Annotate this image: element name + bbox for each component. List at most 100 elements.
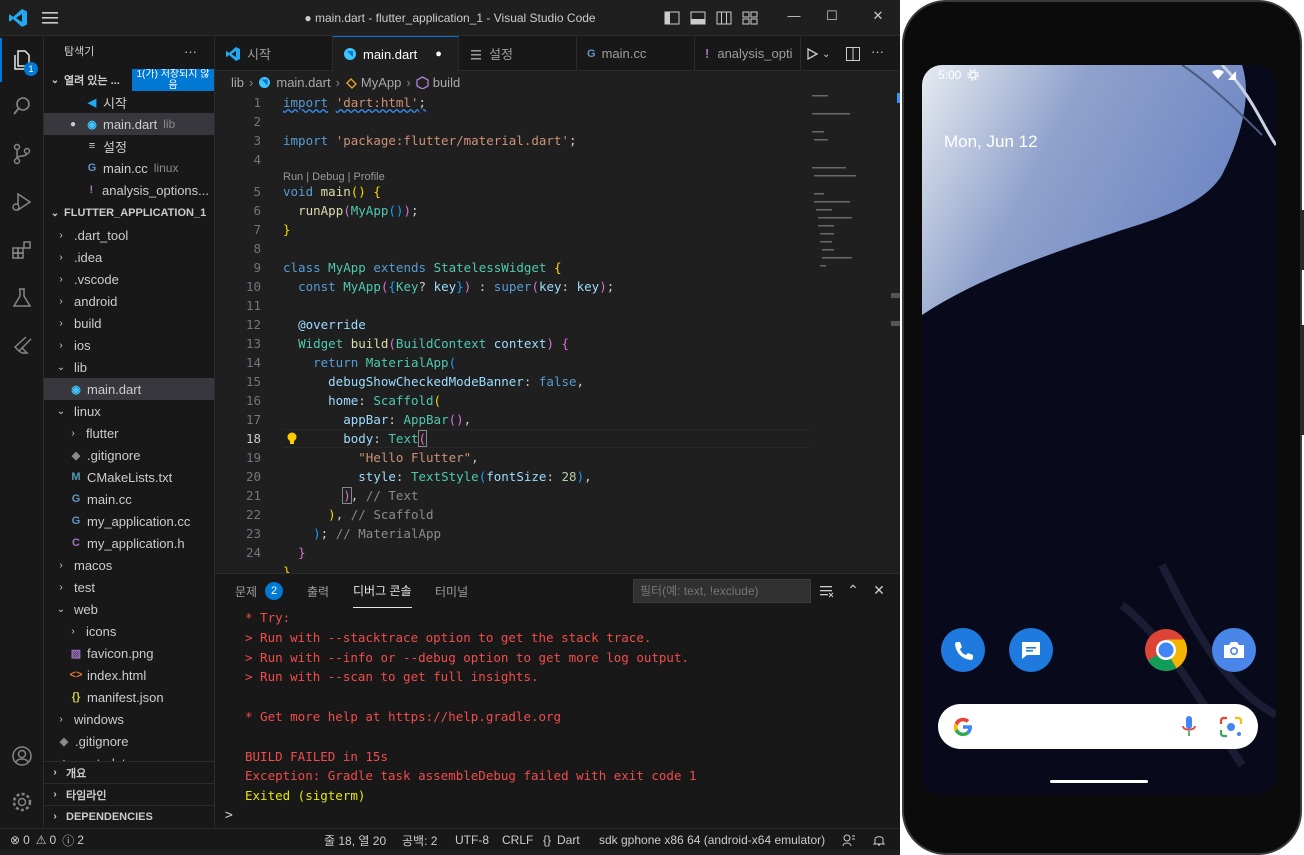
maximize-panel-icon[interactable]: ⌃ <box>845 582 861 598</box>
folder-dart-tool[interactable]: › .dart_tool <box>44 224 214 246</box>
file-my-application-h[interactable]: Cmy_application.h <box>44 532 214 554</box>
customize-layout-icon[interactable] <box>742 11 758 25</box>
file-main-dart[interactable]: ◉ main.dart <box>44 378 214 400</box>
tab-terminal[interactable]: 터미널 <box>435 574 468 608</box>
folder-lib[interactable]: ⌄ lib <box>44 356 214 378</box>
folder-ios[interactable]: › ios <box>44 334 214 356</box>
run-debug-activity[interactable] <box>0 180 44 224</box>
file-manifest-json[interactable]: {} manifest.json <box>44 686 214 708</box>
tab-problems[interactable]: 문제 2 <box>235 574 284 608</box>
chrome-icon[interactable] <box>1144 628 1188 672</box>
folder-windows[interactable]: › windows <box>44 708 214 730</box>
file-favicon-png[interactable]: ▨ favicon.png <box>44 642 214 664</box>
folder-android[interactable]: › android <box>44 290 214 312</box>
run-button[interactable]: ⌄ <box>805 45 837 63</box>
lockscreen-date[interactable]: Mon, Jun 12 <box>944 132 1038 152</box>
testing-activity[interactable] <box>0 276 44 320</box>
breadcrumb-class[interactable]: MyApp <box>361 75 401 90</box>
cursor-position[interactable]: 줄 18, 열 20 <box>324 829 386 851</box>
minimap[interactable] <box>810 93 890 573</box>
menu-icon[interactable] <box>42 10 60 26</box>
tab-settings[interactable]: 설정 <box>459 36 577 71</box>
modified-dot-icon[interactable]: ● <box>435 48 442 60</box>
open-editor-item[interactable]: ! analysis_options... <box>44 179 214 201</box>
chevron-down-icon: ⌄ <box>822 48 831 60</box>
open-editor-item[interactable]: ● ◉ main.dart lib <box>44 113 214 135</box>
manage-activity[interactable] <box>0 780 44 824</box>
unsaved-dot-icon[interactable]: ● <box>70 119 84 130</box>
folder-web[interactable]: ⌄ web <box>44 598 214 620</box>
google-g-icon[interactable] <box>950 714 976 740</box>
section-timeline[interactable]: › 타임라인 <box>44 783 214 805</box>
close-window-button[interactable]: ✕ <box>868 8 888 28</box>
microphone-icon[interactable] <box>1180 715 1198 739</box>
toggle-secondary-sidebar-icon[interactable] <box>716 11 732 25</box>
file-gitignore[interactable]: ◆ .gitignore <box>44 444 214 466</box>
google-lens-icon[interactable] <box>1218 715 1244 739</box>
language-mode[interactable]: {} Dart <box>543 829 580 851</box>
split-editor-button[interactable] <box>845 46 861 62</box>
power-button[interactable] <box>1300 210 1304 270</box>
tab-main-cc[interactable]: G main.cc <box>577 36 695 71</box>
messages-icon[interactable] <box>1009 628 1053 672</box>
open-editor-item[interactable]: ◀ 시작 <box>44 91 214 113</box>
notifications-icon[interactable] <box>872 829 886 851</box>
folder-test[interactable]: › test <box>44 576 214 598</box>
tab-welcome[interactable]: 시작 <box>215 36 333 71</box>
tab-main-dart[interactable]: main.dart ● <box>333 36 459 71</box>
file-cmakelists-txt[interactable]: M CMakeLists.txt <box>44 466 214 488</box>
toggle-panel-icon[interactable] <box>690 11 706 25</box>
flutter-activity[interactable] <box>0 324 44 368</box>
file-gitignore[interactable]: ◆ .gitignore <box>44 730 214 752</box>
device-selector[interactable]: sdk gphone x86 64 (android-x64 emulator) <box>599 829 825 851</box>
open-editor-item[interactable]: ≡ 설정 <box>44 135 214 157</box>
search-activity[interactable] <box>0 84 44 128</box>
breadcrumb-lib[interactable]: lib <box>231 75 244 90</box>
tab-analysis-options[interactable]: ! analysis_opti <box>695 36 801 71</box>
breadcrumb-method[interactable]: build <box>433 75 460 90</box>
section-outline[interactable]: › 개요 <box>44 761 214 783</box>
clear-console-button[interactable] <box>819 584 835 598</box>
volume-button[interactable] <box>1300 325 1304 435</box>
folder-icons[interactable]: › icons <box>44 620 214 642</box>
file-index-html[interactable]: <> index.html <box>44 664 214 686</box>
end-of-line[interactable]: CRLF <box>502 829 533 851</box>
feedback-icon[interactable] <box>842 829 856 851</box>
code-editor[interactable]: 1 2 3 4 5 6 7 8 9 10 11 12 13 14 15 16 17 18 19 20 21 22 23 24 … <box>215 93 902 573</box>
close-panel-icon[interactable]: ✕ <box>871 582 887 598</box>
folder-idea[interactable]: › .idea <box>44 246 214 268</box>
editor-more-button[interactable]: ··· <box>871 44 891 62</box>
maximize-button[interactable]: ☐ <box>822 8 842 28</box>
more-actions-button[interactable]: ··· <box>184 36 197 66</box>
tab-output[interactable]: 출력 <box>307 574 329 608</box>
folder-flutter[interactable]: › flutter <box>44 422 214 444</box>
indentation[interactable]: 공백: 2 <box>402 829 437 851</box>
open-editor-item[interactable]: Gmain.cc linux <box>44 157 214 179</box>
explorer-activity[interactable]: 1 <box>0 38 44 82</box>
problems-status[interactable]: ⊗ 0 ⚠ 0 ⓘ 2 <box>10 829 84 851</box>
folder-build[interactable]: › build <box>44 312 214 334</box>
file-my-application-cc[interactable]: Gmy_application.cc <box>44 510 214 532</box>
toggle-primary-sidebar-icon[interactable] <box>664 11 680 25</box>
source-control-activity[interactable] <box>0 132 44 176</box>
folder-vscode[interactable]: › .vscode <box>44 268 214 290</box>
camera-icon[interactable] <box>1212 628 1256 672</box>
folder-linux[interactable]: ⌄ linux <box>44 400 214 422</box>
section-dependencies[interactable]: › DEPENDENCIES <box>44 805 214 827</box>
phone-screen[interactable]: 5:00 Mon, Jun 12 <box>922 65 1276 795</box>
filter-input[interactable] <box>633 579 811 603</box>
minimize-button[interactable]: — <box>784 8 804 28</box>
home-gesture-bar[interactable] <box>1050 780 1148 783</box>
tab-debug-console[interactable]: 디버그 콘솔 <box>353 574 412 608</box>
file-main-cc[interactable]: Gmain.cc <box>44 488 214 510</box>
encoding[interactable]: UTF-8 <box>455 829 489 851</box>
accounts-activity[interactable] <box>0 734 44 778</box>
console-prompt[interactable]: > <box>225 808 233 823</box>
phone-icon[interactable] <box>941 628 985 672</box>
extensions-activity[interactable] <box>0 228 44 272</box>
folder-macos[interactable]: › macos <box>44 554 214 576</box>
status-time: 5:00 <box>938 68 962 82</box>
google-search-bar[interactable] <box>938 704 1258 749</box>
project-header[interactable]: ⌄ FLUTTER_APPLICATION_1 <box>44 202 214 224</box>
breadcrumb-file[interactable]: main.dart <box>276 75 330 90</box>
